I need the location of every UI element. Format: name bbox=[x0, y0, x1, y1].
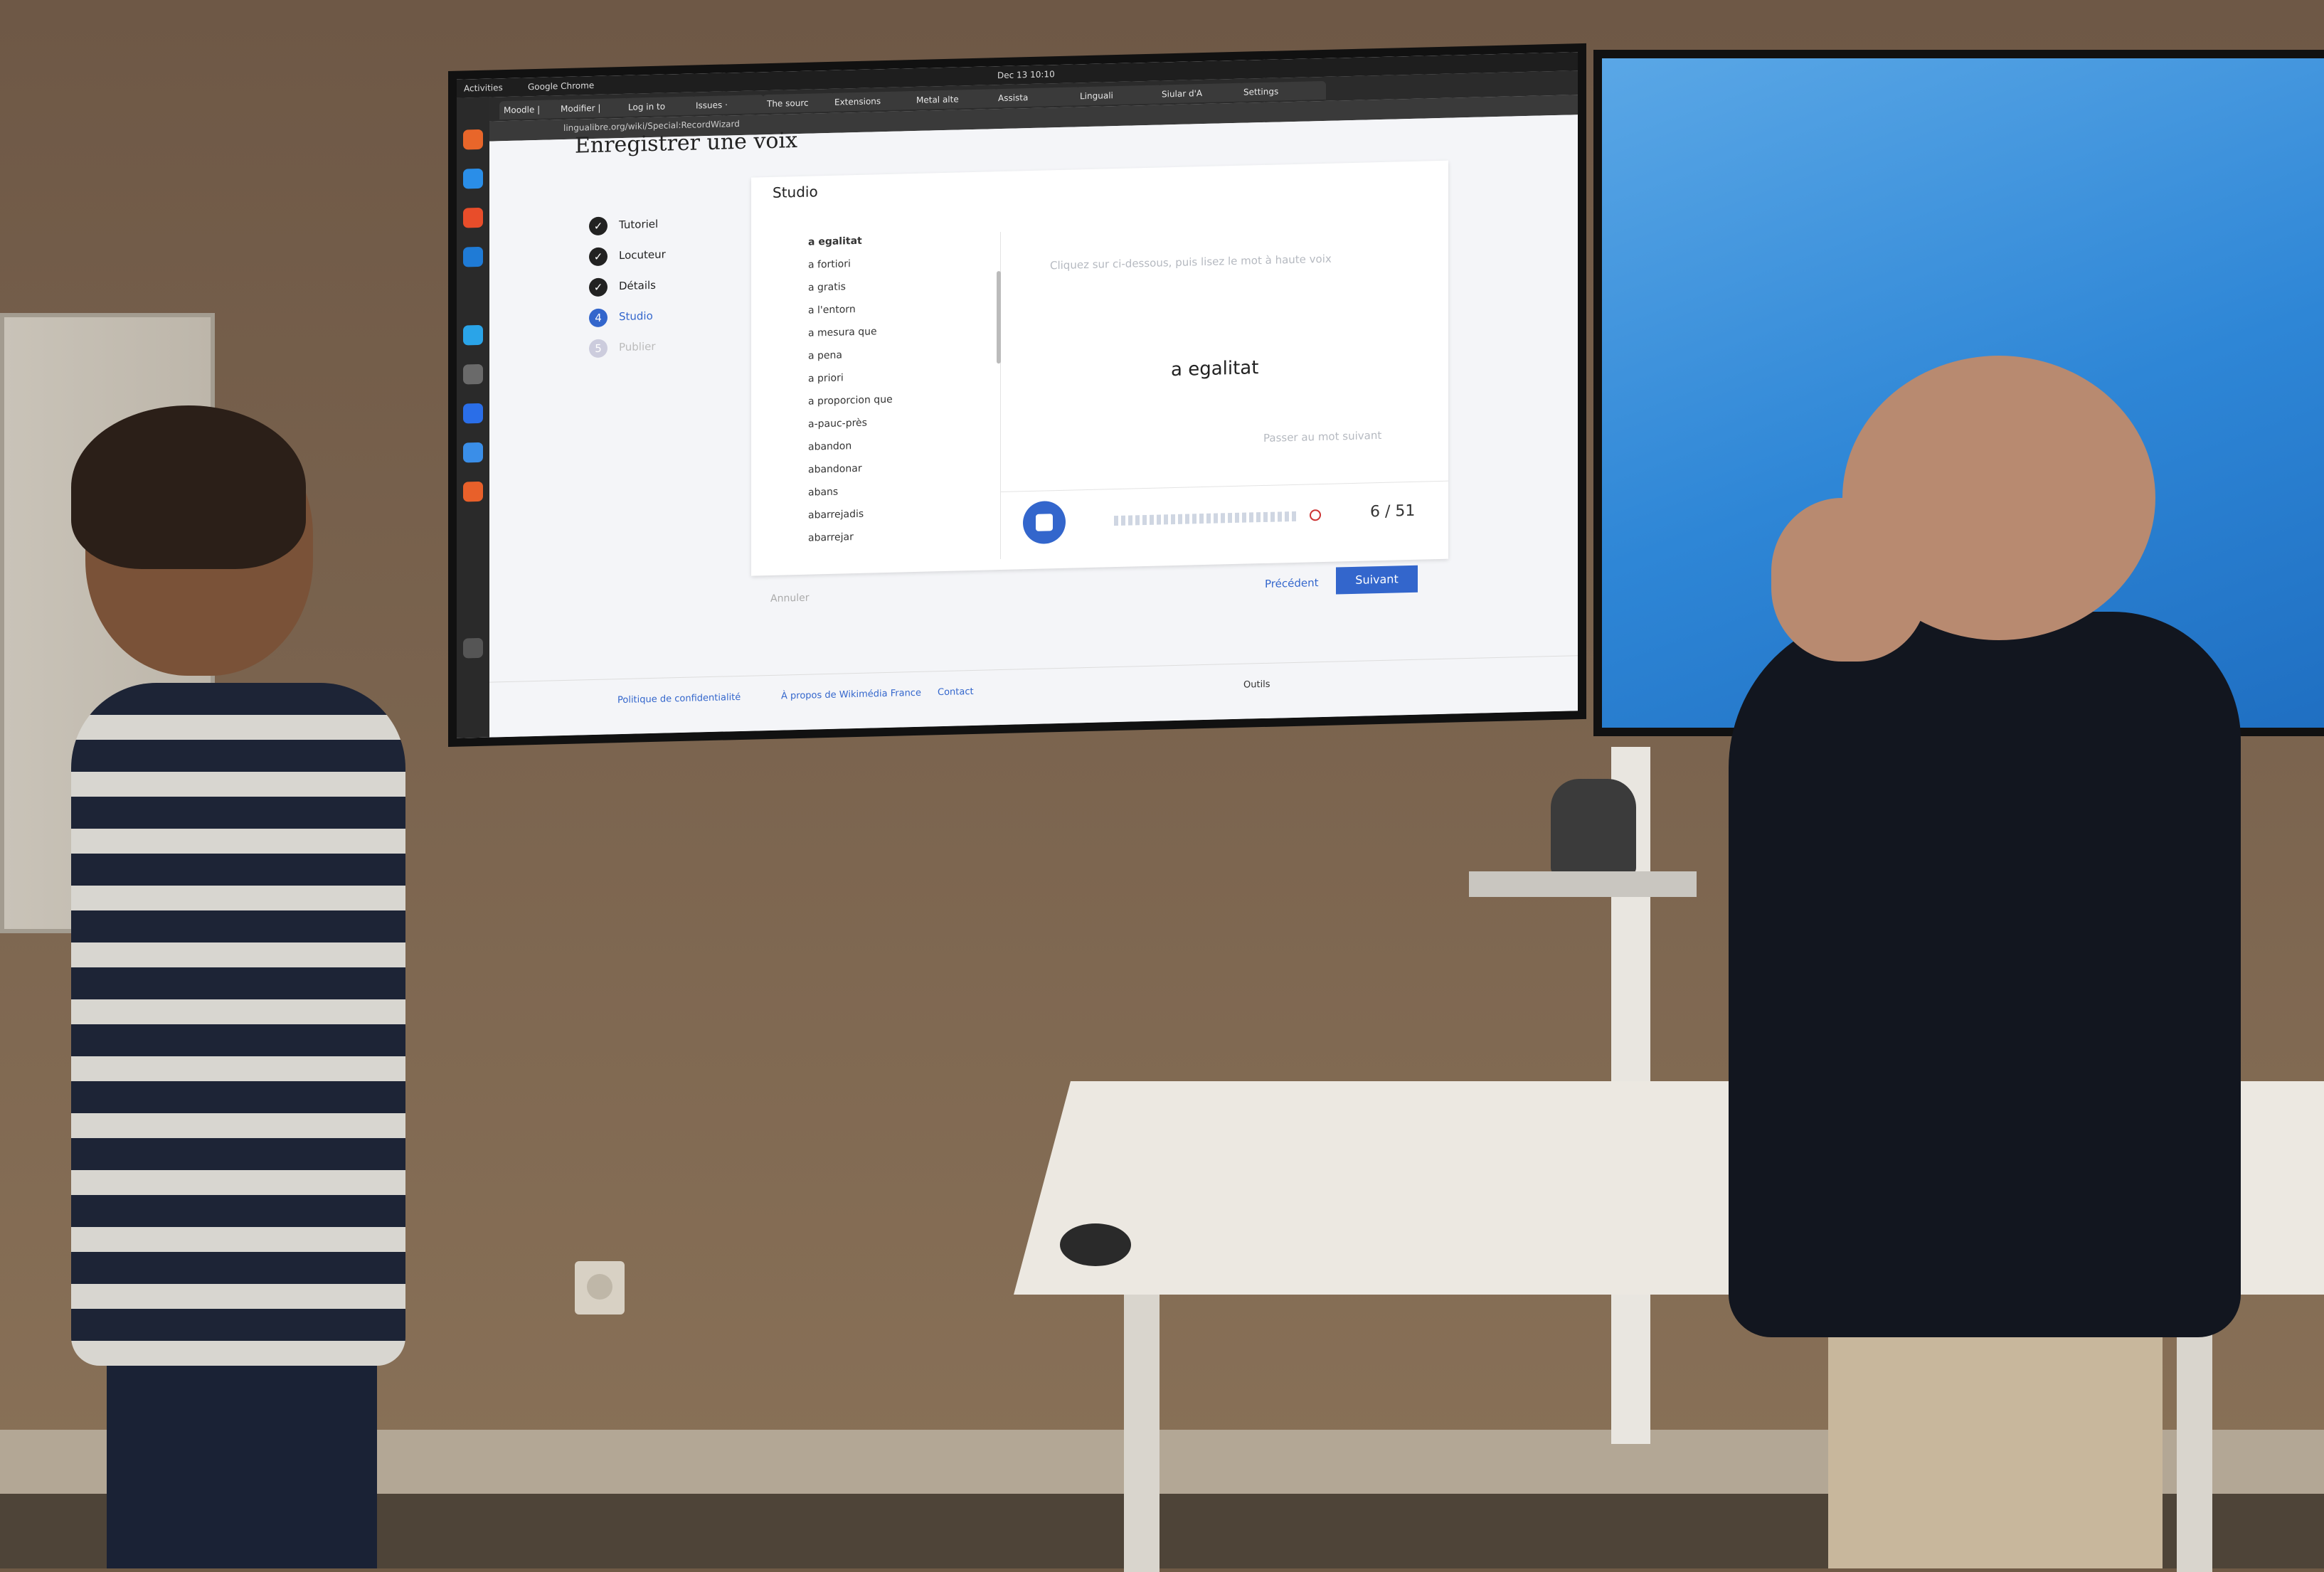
studio-heading: Studio bbox=[773, 183, 818, 201]
privacy-link[interactable]: Politique de confidentialité bbox=[617, 692, 741, 706]
previous-button[interactable]: Précédent bbox=[1265, 576, 1318, 590]
app-name: Google Chrome bbox=[528, 80, 595, 92]
vscode-icon[interactable] bbox=[463, 246, 483, 267]
step-label: Détails bbox=[619, 278, 657, 293]
main-display: Activities Google Chrome Dec 13 10:10 Mo… bbox=[448, 43, 1586, 747]
list-scrollbar[interactable] bbox=[997, 271, 1001, 364]
tab[interactable]: Extensions bbox=[830, 90, 917, 112]
apps-grid-icon[interactable] bbox=[463, 637, 483, 659]
list-item[interactable]: a mesura que bbox=[808, 326, 877, 339]
list-item[interactable]: abarrejar bbox=[808, 531, 854, 544]
page-footer: Politique de confidentialité À propos de… bbox=[489, 655, 1578, 718]
current-word: a egalitat bbox=[1171, 357, 1259, 381]
calendar-icon[interactable] bbox=[463, 403, 483, 424]
conference-camera bbox=[1551, 779, 1636, 875]
tab[interactable]: Metal alte bbox=[912, 89, 999, 110]
list-item[interactable]: a priori bbox=[808, 372, 844, 384]
cancel-link[interactable]: Annuler bbox=[770, 593, 809, 605]
list-item[interactable]: a proporcion que bbox=[808, 394, 893, 408]
telegram-icon[interactable] bbox=[463, 324, 483, 346]
chrome-icon[interactable] bbox=[463, 207, 483, 228]
check-icon: ✓ bbox=[589, 247, 607, 267]
files-icon[interactable] bbox=[463, 363, 483, 385]
stop-record-button[interactable] bbox=[1023, 500, 1066, 545]
app-dock bbox=[457, 97, 489, 738]
list-item[interactable]: abans bbox=[808, 487, 838, 499]
next-button[interactable]: Suivant bbox=[1336, 565, 1418, 595]
audio-level-meter bbox=[1114, 511, 1299, 526]
screen-content: Activities Google Chrome Dec 13 10:10 Mo… bbox=[457, 52, 1578, 738]
person-left-sweater bbox=[71, 683, 405, 1366]
firefox-icon[interactable] bbox=[463, 129, 483, 150]
instruction-hint: Cliquez sur ci-dessous, puis lisez le mo… bbox=[1050, 252, 1332, 272]
tab[interactable]: Siular d'A bbox=[1157, 83, 1244, 104]
step-label: Studio bbox=[619, 309, 653, 324]
step-label: Publier bbox=[619, 339, 656, 354]
person-right-hands bbox=[1771, 498, 1928, 662]
tab-active[interactable]: Settings bbox=[1239, 80, 1326, 102]
computer-mouse bbox=[1060, 1223, 1131, 1266]
tools-menu[interactable]: Outils bbox=[1243, 679, 1270, 691]
tab[interactable]: Modifier | bbox=[556, 97, 629, 119]
software-icon[interactable] bbox=[463, 481, 483, 502]
page-title: Enregistrer une voix bbox=[575, 128, 797, 159]
table-leg bbox=[1124, 1295, 1160, 1572]
list-item[interactable]: abandonar bbox=[808, 463, 862, 476]
tab[interactable]: Log in to bbox=[624, 96, 696, 117]
list-item[interactable]: a pena bbox=[808, 349, 842, 361]
record-wizard-page: Enregistrer une voix ✓ Tutoriel ✓ Locute… bbox=[489, 115, 1578, 738]
step-label: Tutoriel bbox=[619, 217, 659, 232]
tab[interactable]: Issues · bbox=[691, 95, 764, 115]
studio-card: Studio a egalitat a fortiori a gratis a … bbox=[751, 160, 1448, 576]
tab[interactable]: Linguali bbox=[1076, 85, 1162, 106]
activities-label[interactable]: Activities bbox=[464, 83, 503, 93]
word-counter: 6 / 51 bbox=[1370, 501, 1416, 521]
help-icon[interactable] bbox=[463, 442, 483, 463]
list-item[interactable]: abarrejadis bbox=[808, 509, 864, 521]
list-item[interactable]: a l'entorn bbox=[808, 304, 856, 317]
person-right-sweater bbox=[1729, 612, 2241, 1337]
about-link[interactable]: À propos de Wikimédia France bbox=[781, 688, 921, 702]
wall-outlet bbox=[575, 1261, 625, 1315]
check-icon: ✓ bbox=[589, 277, 607, 297]
record-indicator-icon bbox=[1310, 509, 1321, 521]
chromium-icon[interactable] bbox=[463, 168, 483, 189]
step-number: 4 bbox=[589, 308, 607, 328]
word-list[interactable]: a egalitat a fortiori a gratis a l'entor… bbox=[758, 232, 1001, 565]
tab[interactable]: Assista bbox=[994, 87, 1081, 108]
camera-shelf bbox=[1469, 871, 1697, 897]
list-item-current[interactable]: a egalitat bbox=[808, 235, 862, 248]
clock: Dec 13 10:10 bbox=[997, 69, 1055, 81]
skip-word-link[interactable]: Passer au mot suivant bbox=[1263, 429, 1381, 445]
step-number: 5 bbox=[589, 339, 607, 359]
step-label: Locuteur bbox=[619, 248, 666, 262]
list-item[interactable]: a-pauc-près bbox=[808, 418, 867, 430]
check-icon: ✓ bbox=[589, 216, 607, 236]
tab[interactable]: The sourc bbox=[763, 92, 835, 114]
list-item[interactable]: a fortiori bbox=[808, 258, 851, 270]
recording-bar: 6 / 51 bbox=[1000, 480, 1448, 550]
list-item[interactable]: abandon bbox=[808, 440, 851, 452]
list-item[interactable]: a gratis bbox=[808, 281, 846, 293]
contact-link[interactable]: Contact bbox=[938, 686, 974, 698]
tab[interactable]: Moodle | bbox=[499, 100, 561, 120]
person-right-trousers bbox=[1828, 1323, 2163, 1568]
person-left-hair bbox=[71, 405, 306, 569]
